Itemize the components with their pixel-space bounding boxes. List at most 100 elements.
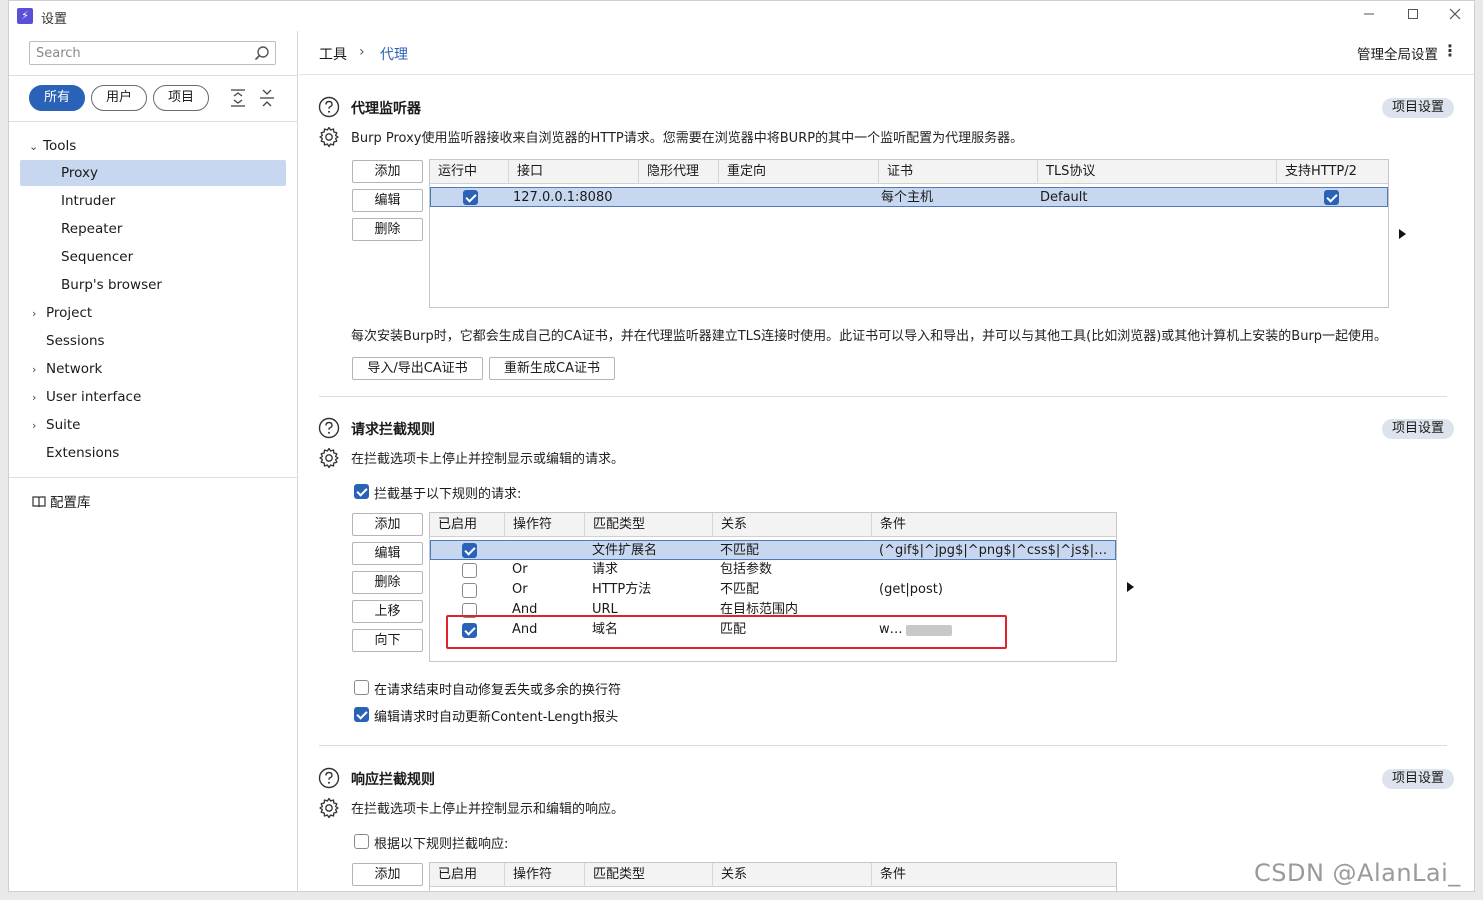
column-header[interactable]: 支持HTTP/2 (1276, 160, 1388, 184)
project-settings-button[interactable]: 项目设置 (1382, 98, 1454, 118)
cell-match-type: HTTP方法 (592, 582, 652, 597)
listeners-table: 运行中 接口 隐形代理 重定向 证书 TLS协议 支持HTTP/2 127.0.… (429, 159, 1389, 308)
rule-remove-button[interactable]: 删除 (352, 571, 423, 594)
help-icon[interactable] (318, 417, 340, 439)
divider (9, 75, 298, 76)
http2-checkbox[interactable] (1324, 190, 1339, 205)
column-header[interactable]: TLS协议 (1037, 160, 1276, 184)
chevron-right-icon: › (32, 363, 37, 376)
rule-enabled-checkbox[interactable] (462, 543, 477, 558)
regenerate-ca-button[interactable]: 重新生成CA证书 (489, 357, 615, 380)
sidebar-item-burps-browser[interactable]: Burp's browser (61, 272, 281, 298)
cell-condition: (^gif$|^jpg$|^png$|^css$|^js$|^ic... (879, 543, 1116, 558)
expand-all-icon[interactable] (228, 87, 248, 109)
cell-tls: Default (1040, 190, 1088, 205)
column-header[interactable]: 关系 (712, 863, 871, 887)
rule-enabled-checkbox[interactable] (462, 563, 477, 578)
sidebar-item-repeater[interactable]: Repeater (61, 216, 281, 242)
divider (9, 477, 298, 478)
table-row[interactable]: Or 请求 包括参数 (430, 560, 1116, 580)
column-header[interactable]: 接口 (508, 160, 638, 184)
cell-condition (871, 560, 1116, 580)
response-rules-table: 已启用 操作符 匹配类型 关系 条件 (429, 862, 1117, 891)
intercept-responses-checkbox[interactable] (354, 834, 369, 849)
column-header[interactable]: 关系 (712, 513, 871, 537)
sidebar-item-library[interactable]: 配置库 (32, 490, 232, 516)
column-header[interactable]: 证书 (878, 160, 1037, 184)
filter-user-button[interactable]: 用户 (91, 85, 147, 111)
scroll-right-icon[interactable] (1399, 229, 1406, 239)
column-header[interactable]: 已启用 (430, 513, 504, 537)
sidebar-item-tools[interactable]: ⌄ Tools (29, 133, 295, 159)
more-menu-icon[interactable]: ⋮ (1442, 41, 1458, 60)
chevron-right-icon: › (32, 307, 37, 320)
column-header[interactable]: 匹配类型 (584, 513, 712, 537)
filter-project-button[interactable]: 项目 (153, 85, 209, 111)
rule-move-down-button[interactable]: 向下 (352, 629, 423, 652)
response-rule-add-button[interactable]: 添加 (352, 863, 423, 886)
column-header[interactable]: 操作符 (504, 513, 584, 537)
rule-add-button[interactable]: 添加 (352, 513, 423, 536)
search-box (29, 41, 276, 65)
column-header[interactable]: 匹配类型 (584, 863, 712, 887)
column-header[interactable]: 条件 (871, 863, 1116, 887)
search-input[interactable] (30, 42, 240, 64)
sidebar-item-sequencer[interactable]: Sequencer (61, 244, 281, 270)
sidebar-item-project[interactable]: › Project (32, 300, 282, 326)
update-content-length-checkbox[interactable] (354, 707, 369, 722)
help-icon[interactable] (318, 96, 340, 118)
fix-newlines-checkbox[interactable] (354, 680, 369, 695)
divider (9, 121, 298, 122)
close-icon[interactable] (1444, 5, 1466, 27)
project-settings-button[interactable]: 项目设置 (1382, 769, 1454, 789)
column-header[interactable]: 操作符 (504, 863, 584, 887)
gear-icon[interactable] (318, 447, 340, 469)
column-header[interactable]: 条件 (871, 513, 1116, 537)
listener-edit-button[interactable]: 编辑 (352, 189, 423, 212)
sidebar-item-network[interactable]: › Network (32, 356, 282, 382)
collapse-all-icon[interactable] (257, 87, 277, 109)
import-export-ca-button[interactable]: 导入/导出CA证书 (352, 357, 483, 380)
listener-add-button[interactable]: 添加 (352, 160, 423, 183)
section-desc-response-rules: 在拦截选项卡上停止并控制显示和编辑的响应。 (351, 802, 625, 817)
cell-relationship: 不匹配 (720, 582, 760, 597)
update-content-length-label: 编辑请求时自动更新Content-Length报头 (374, 710, 619, 725)
cell-match-type: 请求 (592, 562, 619, 577)
table-row[interactable]: 文件扩展名 不匹配 (^gif$|^jpg$|^png$|^css$|^js$|… (430, 540, 1116, 560)
breadcrumb-proxy[interactable]: 代理 (380, 44, 408, 64)
table-row[interactable]: 127.0.0.1:8080 每个主机 Default (430, 187, 1388, 207)
main-content: 工具 › 代理 管理全局设置 ⋮ 代理监听器 项目设置 Burp Proxy使用… (299, 31, 1474, 891)
sidebar-item-sessions[interactable]: Sessions (46, 328, 276, 354)
listener-remove-button[interactable]: 删除 (352, 218, 423, 241)
settings-window: ⚡ 设置 所有 用户 项目 ⌄Tools Proxy Intruder Repe… (8, 0, 1475, 892)
search-icon[interactable] (253, 44, 271, 62)
rule-edit-button[interactable]: 编辑 (352, 542, 423, 565)
gear-icon[interactable] (318, 797, 340, 819)
breadcrumb: 工具 › 代理 管理全局设置 ⋮ (299, 31, 1474, 75)
column-header[interactable]: 运行中 (430, 160, 508, 184)
sidebar-item-user-interface[interactable]: › User interface (32, 384, 282, 410)
column-header[interactable]: 已启用 (430, 863, 504, 887)
title-bar: ⚡ 设置 (9, 1, 1474, 31)
gear-icon[interactable] (318, 126, 340, 148)
table-row[interactable]: Or HTTP方法 不匹配 (get|post) (430, 580, 1116, 600)
manage-global-settings-link[interactable]: 管理全局设置 (1357, 43, 1438, 63)
filter-all-button[interactable]: 所有 (29, 85, 85, 111)
ca-certificate-desc: 每次安装Burp时，它都会生成自己的CA证书，并在代理监听器建立TLS连接时使用… (351, 329, 1388, 344)
sidebar-item-extensions[interactable]: Extensions (46, 440, 276, 466)
rule-enabled-checkbox[interactable] (462, 583, 477, 598)
maximize-icon[interactable] (1402, 5, 1424, 27)
project-settings-button[interactable]: 项目设置 (1382, 419, 1454, 439)
running-checkbox[interactable] (463, 190, 478, 205)
sidebar-item-intruder[interactable]: Intruder (61, 188, 281, 214)
rule-move-up-button[interactable]: 上移 (352, 600, 423, 623)
help-icon[interactable] (318, 767, 340, 789)
intercept-requests-checkbox[interactable] (354, 484, 369, 499)
column-header[interactable]: 隐形代理 (638, 160, 718, 184)
sidebar-item-suite[interactable]: › Suite (32, 412, 282, 438)
breadcrumb-tools[interactable]: 工具 (319, 44, 347, 64)
scroll-right-icon[interactable] (1127, 582, 1134, 592)
sidebar-item-proxy[interactable]: Proxy (20, 160, 286, 186)
column-header[interactable]: 重定向 (718, 160, 878, 184)
minimize-icon[interactable] (1358, 5, 1380, 27)
